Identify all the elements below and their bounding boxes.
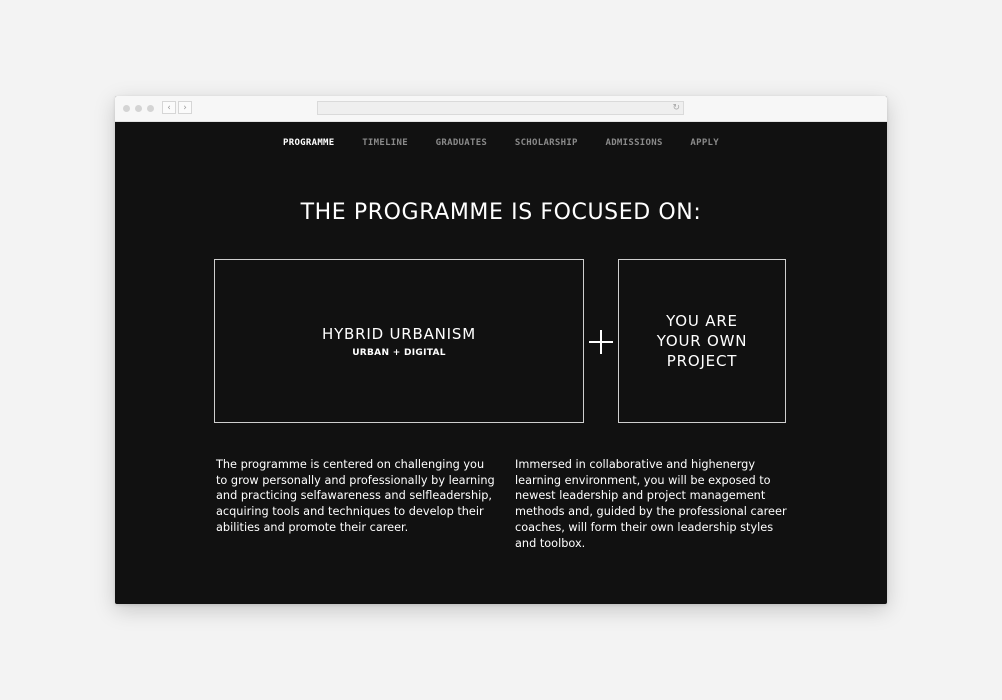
browser-toolbar: ‹ › ↻ [115, 96, 887, 122]
description-left: The programme is centered on challenging… [216, 458, 495, 534]
address-bar[interactable]: ↻ [317, 101, 684, 115]
chevron-left-icon[interactable]: ‹ [162, 101, 176, 114]
nav-item-scholarship[interactable]: SCHOLARSHIP [515, 138, 578, 148]
window-maximize-dot[interactable] [147, 105, 154, 112]
focus-card-own-project: YOU ARE YOUR OWN PROJECT [618, 259, 786, 423]
focus-card-hybrid-urbanism: HYBRID URBANISM URBAN + DIGITAL [214, 259, 584, 423]
focus-card-title: HYBRID URBANISM [322, 324, 476, 343]
reload-icon[interactable]: ↻ [672, 102, 680, 114]
nav-item-admissions[interactable]: ADMISSIONS [605, 138, 662, 148]
nav-item-graduates[interactable]: GRADUATES [436, 138, 487, 148]
focus-card-title: YOU ARE YOUR OWN PROJECT [656, 312, 748, 370]
page-headline: THE PROGRAMME IS FOCUSED ON: [300, 200, 702, 225]
plus-icon [589, 330, 613, 354]
nav-item-programme[interactable]: PROGRAMME [283, 138, 334, 148]
browser-window: ‹ › ↻ PROGRAMME TIMELINE GRADUATES SCHOL… [115, 96, 887, 604]
nav-item-timeline[interactable]: TIMELINE [362, 138, 408, 148]
chevron-right-icon[interactable]: › [178, 101, 192, 114]
nav-item-apply[interactable]: APPLY [690, 138, 719, 148]
main-nav: PROGRAMME TIMELINE GRADUATES SCHOLARSHIP… [115, 138, 887, 148]
focus-card-subtitle: URBAN + DIGITAL [352, 347, 446, 358]
description-right: Immersed in collaborative and highenergy… [515, 458, 787, 550]
window-close-dot[interactable] [123, 105, 130, 112]
window-minimize-dot[interactable] [135, 105, 142, 112]
